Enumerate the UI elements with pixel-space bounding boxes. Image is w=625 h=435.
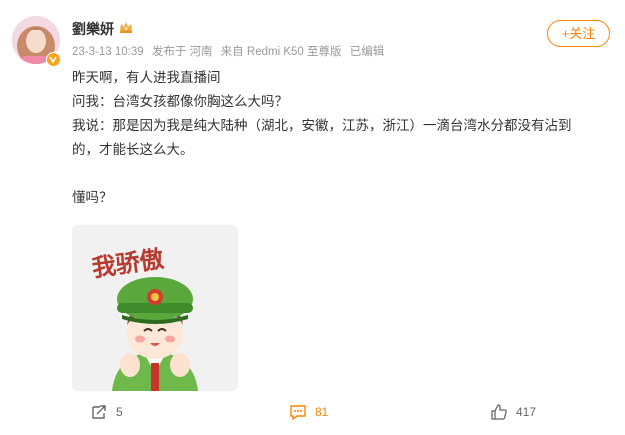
like-count: 417 xyxy=(516,405,537,419)
post-location: 发布于 河南 xyxy=(151,46,213,58)
content-line: 的，才能长这么大。 xyxy=(72,142,194,157)
user-name[interactable]: 劉樂妍 xyxy=(72,19,114,39)
comment-count: 81 xyxy=(315,405,329,419)
repost-button[interactable]: 5 xyxy=(90,402,123,422)
post-image[interactable]: 我骄傲 xyxy=(72,225,238,391)
like-icon xyxy=(491,404,507,420)
content-line: 问我：台湾女孩都像你胸这么大吗？ xyxy=(72,94,288,109)
post-meta: 23-3-13 10:39 发布于 河南 来自 Redmi K50 至尊版 已编… xyxy=(72,43,389,59)
repost-count: 5 xyxy=(116,405,123,419)
verified-badge-icon xyxy=(46,52,61,67)
post-source: 来自 Redmi K50 至尊版 xyxy=(220,46,342,58)
content-line: 我说：那是因为我是纯大陆种（湖北，安徽，江苏，浙江）一滴台湾水分都没有沾到 xyxy=(72,118,572,133)
crown-icon xyxy=(120,22,132,33)
edited-label: 已编辑 xyxy=(349,46,385,58)
content-line: 昨天啊，有人进我直播间 xyxy=(72,70,221,85)
post-actions: 5 81 417 xyxy=(0,400,625,424)
weibo-post: 劉樂妍 23-3-13 10:39 发布于 河南 来自 Redmi K50 至尊… xyxy=(0,0,625,435)
content-blank-line xyxy=(72,162,602,186)
content-line: 懂吗？ xyxy=(72,190,113,205)
post-time[interactable]: 23-3-13 10:39 xyxy=(72,46,144,58)
comment-icon xyxy=(290,405,306,421)
comment-button[interactable]: 81 xyxy=(289,402,328,422)
sticker-illustration: 我骄傲 xyxy=(72,225,238,391)
follow-button[interactable]: +关注 xyxy=(547,20,610,47)
like-button[interactable]: 417 xyxy=(490,402,536,422)
repost-icon xyxy=(92,405,106,419)
post-content: 昨天啊，有人进我直播间 问我：台湾女孩都像你胸这么大吗？ 我说：那是因为我是纯大… xyxy=(72,66,602,210)
